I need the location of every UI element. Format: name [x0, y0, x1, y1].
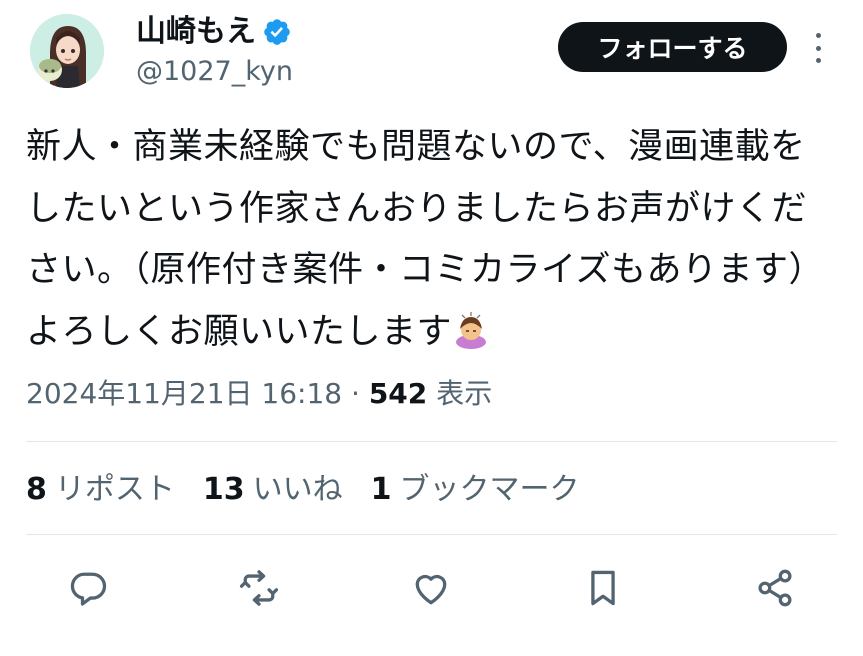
views-label: 表示 [436, 377, 493, 410]
reposts-count: 8 [26, 472, 47, 507]
share-icon[interactable] [753, 566, 797, 610]
verified-badge-icon [264, 19, 290, 45]
more-options-icon[interactable] [806, 30, 830, 66]
divider [26, 534, 837, 535]
bookmark-icon[interactable] [581, 566, 625, 610]
likes-label: いいね [252, 472, 343, 507]
bowing-woman-emoji-icon [452, 308, 490, 349]
follow-button[interactable]: フォローする [558, 22, 787, 72]
reply-icon[interactable] [66, 566, 110, 610]
likes-stat[interactable]: 13 いいね [203, 468, 343, 512]
author-handle[interactable]: @1027_kyn [136, 54, 293, 90]
bookmarks-label: ブックマーク [399, 472, 580, 507]
engagement-stats: 8 リポスト 13 いいね 1 ブックマーク [26, 468, 608, 512]
meta-separator: · [351, 377, 360, 410]
display-name[interactable]: 山崎もえ [136, 12, 256, 52]
reposts-label: リポスト [54, 472, 175, 507]
tweet-actions [0, 560, 863, 612]
like-icon[interactable] [409, 566, 453, 610]
more-dot [815, 58, 821, 63]
author-name[interactable]: 山崎もえ [136, 12, 292, 52]
avatar[interactable] [30, 14, 104, 88]
likes-count: 13 [202, 472, 245, 507]
tweet-body: 新人・商業未経験でも問題ないので、漫画連載をしたいという作家さんおりましたらお声… [26, 127, 824, 352]
more-dot [815, 45, 821, 51]
tweet-meta: 2024年11月21日 16:18 · 542 表示 [26, 374, 492, 414]
more-dot [815, 33, 821, 38]
reposts-stat[interactable]: 8 リポスト [26, 468, 175, 512]
avatar-illustration [30, 14, 104, 88]
divider [26, 441, 837, 442]
views-count: 542 [368, 377, 428, 410]
tweet-text: 新人・商業未経験でも問題ないので、漫画連載をしたいという作家さんおりましたらお声… [26, 117, 838, 363]
bookmarks-count: 1 [370, 472, 392, 507]
timestamp[interactable]: 2024年11月21日 16:18 [26, 377, 342, 410]
bookmarks-stat[interactable]: 1 ブックマーク [371, 468, 580, 512]
repost-icon[interactable] [237, 566, 281, 610]
